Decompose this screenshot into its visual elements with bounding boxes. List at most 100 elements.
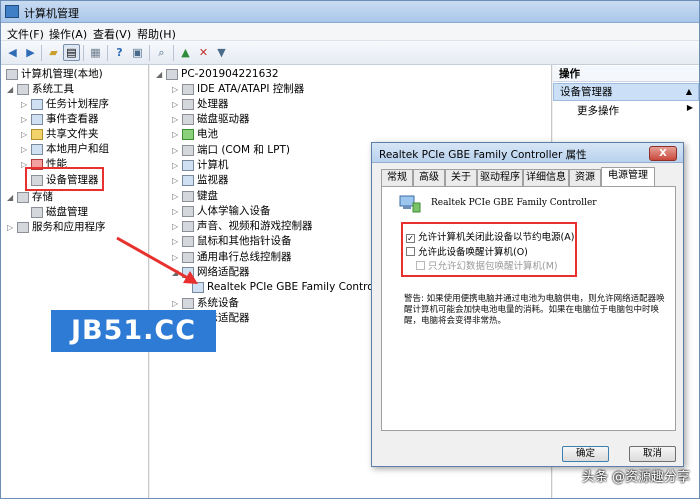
forward-arrow-icon[interactable]: ▶ [22, 44, 39, 61]
tree-root[interactable]: 计算机管理(本地) [4, 67, 103, 82]
tree-event-viewer[interactable]: ▷ 事件查看器 [21, 112, 99, 127]
chevron-right-icon[interactable]: ▶ [687, 103, 693, 112]
tools-icon [17, 84, 29, 95]
device-category[interactable]: ▷ 磁盘驱动器 [172, 112, 250, 127]
tab-about[interactable]: 关于 [445, 169, 477, 186]
clock-icon [31, 99, 43, 110]
navigation-tree: 计算机管理(本地) ◢ 系统工具 ▷ 任务计划程序 ▷ 事件查看器 ▷ 共享文件夹 ▷ 本… [1, 65, 149, 498]
device-category[interactable]: ▷ 处理器 [172, 97, 229, 112]
collapse-arrow-icon[interactable]: ◢ [7, 190, 15, 205]
tree-system-tools[interactable]: ◢ 系统工具 [7, 82, 74, 97]
expand-arrow-icon[interactable]: ▷ [172, 158, 180, 173]
checkbox-checked-icon[interactable]: ✓ [406, 234, 415, 243]
expand-arrow-icon[interactable]: ▷ [21, 112, 29, 127]
tree-task-scheduler[interactable]: ▷ 任务计划程序 [21, 97, 109, 112]
site-banner: JB51.CC [51, 310, 216, 352]
expand-arrow-icon[interactable]: ▷ [21, 97, 29, 112]
computer-icon [166, 69, 178, 80]
allow-power-off-checkbox[interactable]: ✓ 允许计算机关闭此设备以节约电源(A) [406, 229, 574, 243]
power-management-panel: Realtek PCIe GBE Family Controller ✓ 允许计算… [381, 186, 676, 431]
expand-arrow-icon[interactable]: ▷ [172, 143, 180, 158]
device-tree-computer[interactable]: ◢ PC-201904221632 [156, 67, 279, 82]
properties-icon[interactable]: ▣ [129, 44, 146, 61]
collapse-arrow-icon[interactable]: ◢ [156, 67, 164, 82]
device-category[interactable]: ▷ IDE ATA/ATAPI 控制器 [172, 82, 304, 97]
up-folder-icon[interactable]: ▰ [45, 44, 62, 61]
device-category[interactable]: ◢ 网络适配器 [172, 265, 250, 280]
expand-arrow-icon[interactable]: ▷ [172, 296, 180, 311]
device-category[interactable]: ▷ 鼠标和其他指针设备 [172, 234, 292, 249]
expand-arrow-icon[interactable]: ▷ [21, 142, 29, 157]
actions-device-manager[interactable]: 设备管理器 ▲ [553, 83, 699, 101]
computer-icon [182, 160, 194, 171]
export-icon[interactable]: ▦ [87, 44, 104, 61]
tab-power-management[interactable]: 电源管理 [601, 167, 655, 187]
tab-driver[interactable]: 驱动程序 [477, 169, 523, 186]
tab-details[interactable]: 详细信息 [523, 169, 569, 186]
expand-arrow-icon[interactable]: ▷ [7, 220, 15, 235]
uninstall-icon[interactable]: ✕ [195, 44, 212, 61]
device-name: Realtek PCIe GBE Family Controller [431, 198, 597, 208]
collapse-arrow-icon[interactable]: ◢ [7, 82, 15, 97]
tree-shared-folders[interactable]: ▷ 共享文件夹 [21, 127, 99, 142]
expand-arrow-icon[interactable]: ▷ [172, 127, 180, 142]
expand-arrow-icon[interactable]: ▷ [172, 189, 180, 204]
network-adapter-icon [399, 195, 421, 213]
back-arrow-icon[interactable]: ◀ [4, 44, 21, 61]
menu-view[interactable]: 查看(V) [93, 26, 131, 42]
tree-services[interactable]: ▷ 服务和应用程序 [7, 220, 106, 235]
device-category[interactable]: ▷ 端口 (COM 和 LPT) [172, 143, 290, 158]
mouse-icon [182, 236, 194, 247]
hid-icon [182, 206, 194, 217]
scan-hardware-icon[interactable]: ⌕ [153, 44, 170, 61]
device-category[interactable]: ▷ 电池 [172, 127, 218, 142]
event-viewer-icon [31, 114, 43, 125]
expand-arrow-icon[interactable]: ▷ [172, 112, 180, 127]
keyboard-icon [182, 191, 194, 202]
ok-button[interactable]: 确定 [562, 446, 609, 462]
cancel-button[interactable]: 取消 [629, 446, 676, 462]
device-network-adapter[interactable]: Realtek PCIe GBE Family Controller [190, 280, 390, 295]
expand-arrow-icon[interactable]: ▷ [172, 250, 180, 265]
device-category[interactable]: ▷ 通用串行总线控制器 [172, 250, 292, 265]
show-tree-icon[interactable]: ▤ [63, 44, 80, 61]
collapse-arrow-icon[interactable]: ◢ [172, 265, 180, 280]
device-category[interactable]: ▷ 监视器 [172, 173, 229, 188]
tree-storage[interactable]: ◢ 存储 [7, 190, 53, 205]
tab-resources[interactable]: 资源 [569, 169, 601, 186]
help-icon[interactable]: ? [111, 44, 128, 61]
tab-general[interactable]: 常规 [381, 169, 413, 186]
expand-arrow-icon[interactable]: ▷ [172, 173, 180, 188]
allow-wake-checkbox[interactable]: 允许此设备唤醒计算机(O) [406, 244, 528, 258]
device-category[interactable]: ▷ 声音、视频和游戏控制器 [172, 219, 313, 234]
expand-arrow-icon[interactable]: ▷ [21, 127, 29, 142]
more-actions-link[interactable]: 更多操作 [577, 103, 619, 118]
device-category[interactable]: ▷ 系统设备 [172, 296, 239, 311]
menu-action[interactable]: 操作(A) [49, 26, 87, 42]
close-button[interactable]: X [649, 146, 677, 161]
users-icon [31, 144, 43, 155]
magic-packet-checkbox: 只允许幻数据包唤醒计算机(M) [416, 258, 558, 272]
actions-header: 操作 [553, 66, 699, 82]
window-title: 计算机管理 [24, 7, 79, 20]
device-category[interactable]: ▷ 人体学输入设备 [172, 204, 271, 219]
menu-help[interactable]: 帮助(H) [137, 26, 176, 42]
disable-device-icon[interactable]: ▼ [213, 44, 230, 61]
expand-arrow-icon[interactable]: ▷ [172, 204, 180, 219]
expand-arrow-icon[interactable]: ▷ [172, 234, 180, 249]
collapse-arrow-icon[interactable]: ▲ [686, 84, 692, 100]
checkbox-icon [416, 261, 425, 270]
tab-advanced[interactable]: 高级 [413, 169, 445, 186]
device-category[interactable]: ▷ 计算机 [172, 158, 229, 173]
tree-local-users[interactable]: ▷ 本地用户和组 [21, 142, 109, 157]
tree-disk-management[interactable]: 磁盘管理 [29, 205, 88, 220]
computer-icon [6, 69, 18, 80]
menu-bar: 文件(F) 操作(A) 查看(V) 帮助(H) [1, 23, 699, 41]
expand-arrow-icon[interactable]: ▷ [172, 219, 180, 234]
menu-file[interactable]: 文件(F) [7, 26, 44, 42]
expand-arrow-icon[interactable]: ▷ [172, 82, 180, 97]
expand-arrow-icon[interactable]: ▷ [172, 97, 180, 112]
update-driver-icon[interactable]: ▲ [177, 44, 194, 61]
device-category[interactable]: ▷ 键盘 [172, 189, 218, 204]
checkbox-icon[interactable] [406, 247, 415, 256]
